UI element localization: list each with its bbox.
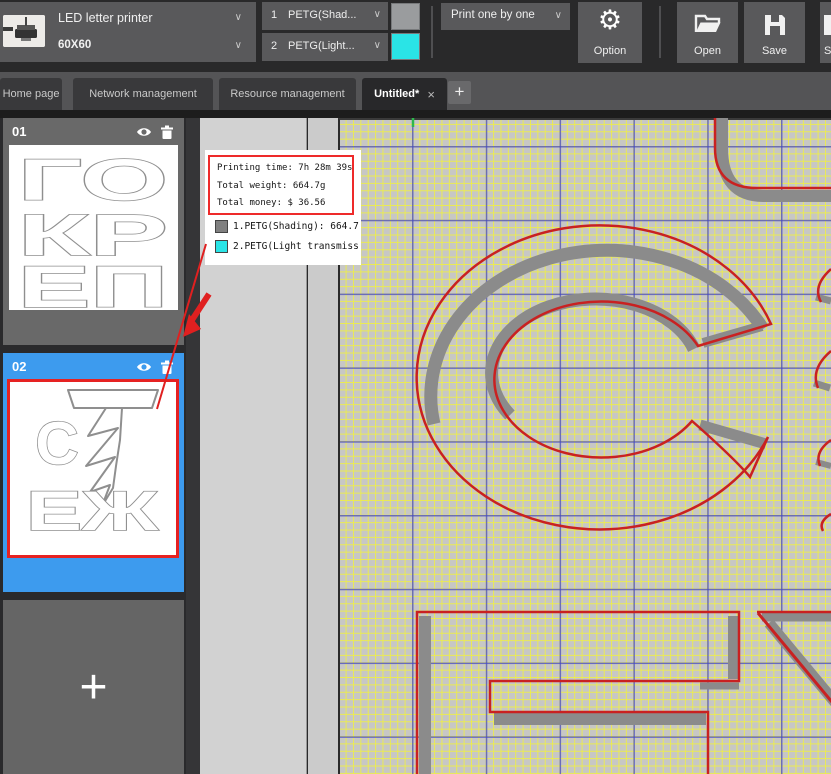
- tab-untitled-active[interactable]: Untitled* ×: [362, 78, 447, 110]
- plus-icon: +: [79, 660, 107, 715]
- chevron-down-icon: ∨: [555, 10, 562, 21]
- save-button[interactable]: Save: [744, 2, 805, 63]
- page-card-01[interactable]: 01 ГО КР: [3, 118, 184, 345]
- option-button-label: Option: [578, 45, 642, 57]
- print-info-tooltip: Printing time: 7h 28m 39s Total weight: …: [205, 150, 361, 265]
- send-icon: [820, 13, 831, 42]
- printer-model-label: LED letter printer: [58, 11, 152, 25]
- tab-resource-management[interactable]: Resource management: [219, 78, 356, 110]
- total-weight: Total weight: 664.7g: [217, 179, 352, 195]
- page-number: 02: [12, 359, 26, 374]
- sidebar-scrollbar[interactable]: [186, 118, 200, 774]
- material-2-number: 2: [271, 40, 277, 52]
- page-thumbnail-01[interactable]: ГО КР ЕП: [9, 145, 178, 310]
- tab-network-management[interactable]: Network management: [73, 78, 213, 110]
- printer-photo-icon: [3, 15, 45, 47]
- legend-material-2: 2.PETG(Light transmiss: [215, 240, 359, 253]
- open-button[interactable]: Open: [677, 2, 738, 63]
- print-mode-label: Print one by one: [451, 9, 535, 21]
- tab-label: Untitled*: [374, 88, 419, 100]
- tab-label: Network management: [89, 88, 197, 100]
- add-page-button[interactable]: +: [3, 600, 184, 774]
- chevron-down-icon: ∨: [374, 40, 381, 51]
- open-folder-icon: [677, 13, 738, 40]
- tabbar-bottom-edge: [0, 110, 831, 118]
- legend-swatch-1: [215, 220, 228, 233]
- eye-icon[interactable]: [136, 359, 152, 375]
- tab-bar: Home page Network management Resource ma…: [0, 72, 831, 110]
- svg-text:ЕП: ЕП: [18, 255, 168, 310]
- page-card-02-selected[interactable]: 02 С: [3, 353, 184, 592]
- material-1-select[interactable]: 1 PETG(Shad... ∨: [262, 2, 388, 30]
- total-money: Total money: $ 36.56: [217, 196, 352, 212]
- toolbar-separator: [659, 6, 661, 58]
- print-mode-select[interactable]: Print one by one ∨: [441, 3, 570, 30]
- printing-time: Printing time: 7h 28m 39s: [217, 161, 352, 177]
- svg-text:ЕЖ: ЕЖ: [26, 479, 159, 542]
- legend-material-1: 1.PETG(Shading): 664.7: [215, 220, 359, 233]
- send-button-partial[interactable]: S: [820, 2, 831, 63]
- close-icon[interactable]: ×: [427, 87, 435, 102]
- printer-size-label: 60X60: [58, 39, 91, 51]
- legend-label-1: 1.PETG(Shading): 664.7: [233, 221, 359, 232]
- page-thumbnail-02[interactable]: С ЕЖ: [7, 379, 179, 558]
- chevron-down-icon: ∨: [374, 9, 381, 20]
- chevron-down-icon: ∨: [235, 12, 242, 23]
- new-tab-button[interactable]: +: [448, 81, 471, 104]
- print-plate-grid[interactable]: [338, 118, 831, 774]
- material-2-label: PETG(Light...: [288, 40, 355, 52]
- tab-home-page[interactable]: Home page: [0, 78, 62, 110]
- material-2-color-swatch[interactable]: [391, 33, 420, 60]
- page-card-02-header: 02: [3, 353, 184, 380]
- save-button-label: Save: [744, 45, 805, 57]
- trash-icon[interactable]: [159, 359, 175, 375]
- pages-sidebar: 01 ГО КР: [0, 118, 200, 774]
- legend-swatch-2: [215, 240, 228, 253]
- printer-model-select[interactable]: LED letter printer ∨: [56, 7, 250, 31]
- send-button-label: S: [824, 45, 831, 57]
- chevron-down-icon: ∨: [235, 40, 242, 51]
- option-button[interactable]: ⚙ Option: [578, 2, 642, 63]
- tab-label: Home page: [3, 88, 60, 100]
- page-card-01-header: 01: [3, 118, 184, 145]
- toolbar: LED letter printer ∨ 60X60 ∨ 1 PETG(Shad…: [0, 0, 831, 72]
- open-button-label: Open: [677, 45, 738, 57]
- printer-selector-group: LED letter printer ∨ 60X60 ∨: [0, 2, 256, 62]
- save-floppy-icon: [744, 13, 805, 42]
- material-2-select[interactable]: 2 PETG(Light... ∨: [262, 33, 388, 61]
- tab-label: Resource management: [230, 88, 344, 100]
- material-1-color-swatch[interactable]: [391, 3, 420, 30]
- eye-icon[interactable]: [136, 124, 152, 140]
- trash-icon[interactable]: [159, 124, 175, 140]
- svg-text:С: С: [35, 410, 78, 477]
- material-1-number: 1: [271, 9, 277, 21]
- page-number: 01: [12, 124, 26, 139]
- toolbar-separator: [431, 6, 433, 58]
- print-info-highlight-box: Printing time: 7h 28m 39s Total weight: …: [208, 155, 354, 215]
- gear-icon: ⚙: [578, 2, 642, 38]
- printer-size-select[interactable]: 60X60 ∨: [56, 35, 250, 59]
- material-1-label: PETG(Shad...: [288, 9, 356, 21]
- legend-label-2: 2.PETG(Light transmiss: [233, 241, 359, 252]
